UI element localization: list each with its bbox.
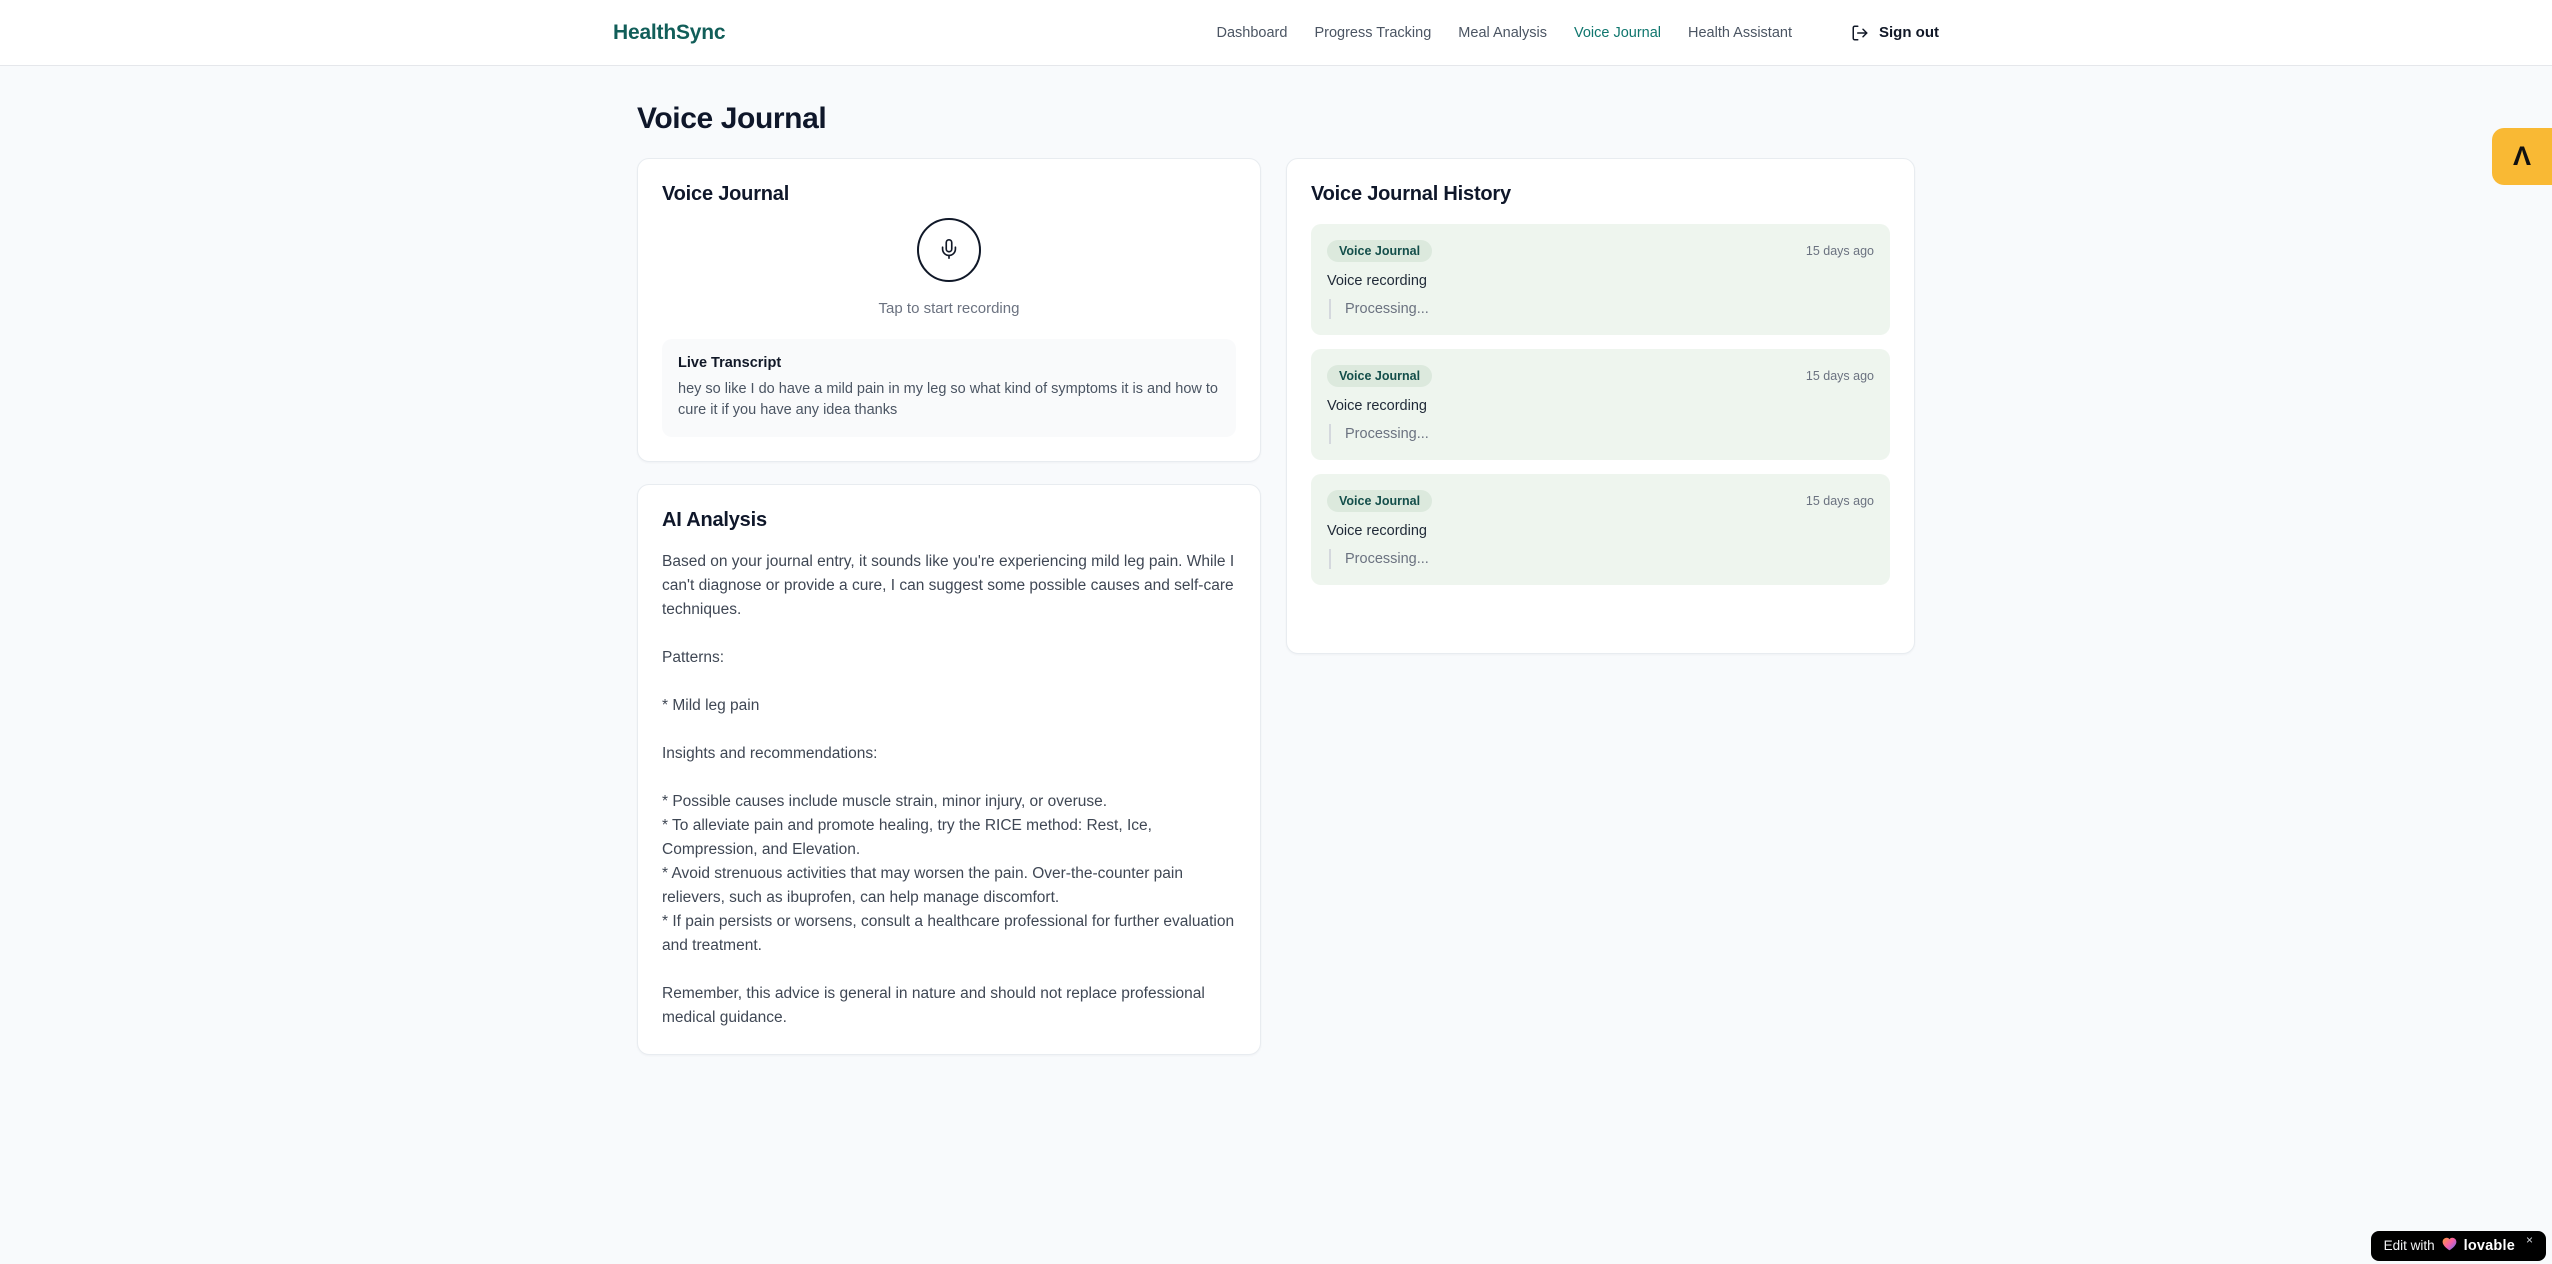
entry-status: Processing... bbox=[1329, 549, 1874, 569]
entry-title: Voice recording bbox=[1327, 523, 1427, 539]
sign-out-button[interactable]: Sign out bbox=[1851, 24, 1939, 42]
entry-timestamp: 15 days ago bbox=[1805, 369, 1874, 383]
nav-link-health-assistant[interactable]: Health Assistant bbox=[1688, 25, 1792, 41]
live-transcript-text: hey so like I do have a mild pain in my … bbox=[678, 381, 1218, 418]
history-card-title: Voice Journal History bbox=[1311, 183, 1511, 205]
left-column: Voice Journal Tap to start recording Liv… bbox=[637, 158, 1261, 1055]
entry-header: Voice Journal 15 days ago bbox=[1327, 240, 1874, 262]
history-entry[interactable]: Voice Journal 15 days ago Voice recordin… bbox=[1311, 349, 1890, 460]
entry-title: Voice recording bbox=[1327, 398, 1427, 414]
app-logo[interactable]: HealthSync bbox=[613, 21, 726, 45]
entry-type-badge: Voice Journal bbox=[1327, 240, 1433, 262]
edit-with-label: Edit with bbox=[2383, 1238, 2435, 1253]
page-title: Voice Journal bbox=[637, 102, 827, 135]
entry-status: Processing... bbox=[1329, 424, 1874, 444]
log-out-icon bbox=[1851, 24, 1869, 42]
voice-recorder-card: Voice Journal Tap to start recording Liv… bbox=[637, 158, 1261, 462]
sign-out-label: Sign out bbox=[1879, 24, 1939, 41]
ai-analysis-body: Based on your journal entry, it sounds l… bbox=[662, 553, 1235, 1026]
microphone-icon bbox=[938, 238, 960, 263]
lovable-brand-label: lovable bbox=[2463, 1237, 2515, 1254]
ai-analysis-card: AI Analysis Based on your journal entry,… bbox=[637, 484, 1261, 1055]
main-content: Voice Journal Voice Journal Tap to start… bbox=[637, 102, 1915, 1055]
entry-type-badge: Voice Journal bbox=[1327, 365, 1433, 387]
entry-timestamp: 15 days ago bbox=[1805, 494, 1874, 508]
entry-header: Voice Journal 15 days ago bbox=[1327, 365, 1874, 387]
entry-type-badge: Voice Journal bbox=[1327, 490, 1433, 512]
nav-link-dashboard[interactable]: Dashboard bbox=[1217, 25, 1288, 41]
ai-analysis-title: AI Analysis bbox=[662, 509, 767, 531]
edit-with-lovable-badge[interactable]: Edit with lovable × bbox=[2370, 1231, 2546, 1261]
side-panel-toggle-badge[interactable]: Λ bbox=[2492, 128, 2552, 185]
close-icon[interactable]: × bbox=[2526, 1234, 2533, 1246]
tap-to-record-hint: Tap to start recording bbox=[878, 300, 1020, 317]
history-entry[interactable]: Voice Journal 15 days ago Voice recordin… bbox=[1311, 224, 1890, 335]
header-container: HealthSync Dashboard Progress Tracking M… bbox=[613, 21, 1939, 45]
nav-link-meal-analysis[interactable]: Meal Analysis bbox=[1458, 25, 1547, 41]
nav-link-voice-journal[interactable]: Voice Journal bbox=[1574, 25, 1661, 41]
history-entry[interactable]: Voice Journal 15 days ago Voice recordin… bbox=[1311, 474, 1890, 585]
entry-header: Voice Journal 15 days ago bbox=[1327, 490, 1874, 512]
live-transcript-label: Live Transcript bbox=[678, 355, 782, 371]
entry-status: Processing... bbox=[1329, 299, 1874, 319]
right-column: Voice Journal History Voice Journal 15 d… bbox=[1286, 158, 1915, 654]
recorder-card-title: Voice Journal bbox=[662, 183, 790, 205]
record-button[interactable] bbox=[917, 218, 981, 282]
entry-title: Voice recording bbox=[1327, 273, 1427, 289]
lambda-logo-icon: Λ bbox=[2512, 141, 2531, 171]
history-entry-list: Voice Journal 15 days ago Voice recordin… bbox=[1311, 224, 1890, 585]
heart-icon bbox=[2442, 1237, 2457, 1254]
mic-button-area bbox=[662, 218, 1236, 282]
top-navigation-bar: HealthSync Dashboard Progress Tracking M… bbox=[0, 0, 2552, 66]
content-columns: Voice Journal Tap to start recording Liv… bbox=[637, 158, 1915, 1055]
nav-link-progress-tracking[interactable]: Progress Tracking bbox=[1314, 25, 1431, 41]
voice-journal-history-card: Voice Journal History Voice Journal 15 d… bbox=[1286, 158, 1915, 654]
live-transcript-box: Live Transcript hey so like I do have a … bbox=[662, 339, 1236, 437]
entry-timestamp: 15 days ago bbox=[1805, 244, 1874, 258]
main-nav: Dashboard Progress Tracking Meal Analysi… bbox=[1217, 24, 1940, 42]
